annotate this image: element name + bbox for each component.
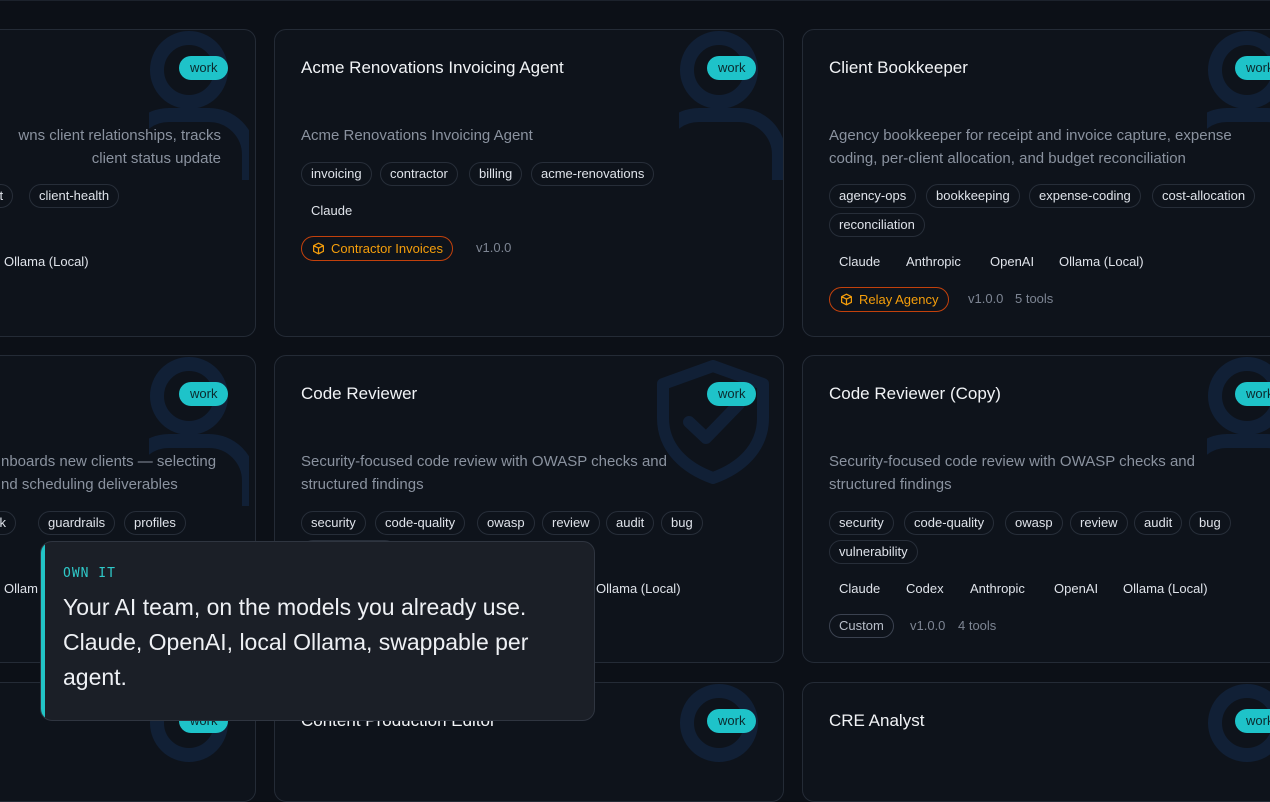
card-description: Security-focused code review with OWASP …	[829, 451, 1195, 496]
description-line: wns client relationships, tracks	[18, 127, 221, 144]
tag[interactable]: code-quality	[375, 511, 466, 535]
card-title[interactable]: CRE Analyst	[829, 711, 924, 731]
person-icon	[1207, 356, 1270, 516]
model-chip[interactable]: OpenAI	[981, 250, 1043, 274]
top-divider	[0, 0, 1270, 1]
model-chip[interactable]: Claude	[830, 577, 889, 601]
version-label: v1.0.0	[476, 240, 512, 255]
tag[interactable]: acme-renovations	[531, 162, 655, 186]
package-badge[interactable]: Relay Agency	[829, 287, 949, 312]
tag[interactable]: bookkeeping	[926, 184, 1020, 208]
tag[interactable]: agency-ops	[829, 184, 917, 208]
model-chip[interactable]: Ollama (Local)	[1050, 250, 1153, 274]
description-line: Agency bookkeeper for receipt and invoic…	[829, 127, 1232, 144]
tag[interactable]: security	[301, 511, 366, 535]
description-line: nboards new clients — selecting	[1, 453, 217, 470]
feature-callout: OWN IT Your AI team, on the models you a…	[40, 541, 595, 721]
card-title[interactable]: Client Bookkeeper	[829, 58, 968, 78]
tag[interactable]: billing	[469, 162, 523, 186]
tag[interactable]: owasp	[1005, 511, 1063, 535]
agent-card[interactable]: work wns client relationships, tracks cl…	[0, 29, 256, 337]
model-chip[interactable]: Codex	[897, 577, 953, 601]
model-chip[interactable]: Anthropic	[961, 577, 1034, 601]
tag[interactable]: invoicing	[301, 162, 372, 186]
person-icon	[679, 30, 783, 190]
tag[interactable]: cost-allocation	[1152, 184, 1256, 208]
tag[interactable]: ook	[0, 511, 16, 535]
tag[interactable]: review	[542, 511, 600, 535]
model-chip[interactable]: OpenAI	[1045, 577, 1107, 601]
card-description: nboards new clients — selecting nd sched…	[1, 451, 216, 496]
callout-accent-bar	[41, 542, 45, 720]
description-line: client status update	[91, 149, 221, 167]
tools-count: 4 tools	[958, 618, 997, 633]
description-line: nd scheduling deliverables	[1, 475, 178, 493]
package-badge[interactable]: Contractor Invoices	[301, 236, 453, 261]
work-badge: work	[179, 382, 229, 406]
box-icon	[313, 242, 324, 255]
description-line: structured findings	[829, 475, 952, 493]
agent-card[interactable]: Code Reviewer (Copy) work Security-focus…	[802, 355, 1270, 663]
box-icon	[841, 293, 852, 306]
tag[interactable]: bug	[661, 511, 703, 535]
tag[interactable]: security	[829, 511, 894, 535]
package-label: Contractor Invoices	[331, 241, 443, 256]
work-badge: work	[707, 56, 757, 80]
card-description: Security-focused code review with OWASP …	[301, 451, 667, 496]
description-line: structured findings	[301, 475, 424, 493]
model-chip[interactable]: Ollama (Local)	[0, 250, 98, 274]
agent-card[interactable]: Client Bookkeeper work Agency bookkeeper…	[802, 29, 1270, 337]
work-badge: work	[179, 56, 229, 80]
version-label: v1.0.0	[968, 291, 1004, 306]
model-chip[interactable]: Claude	[302, 199, 361, 223]
tag[interactable]: owasp	[477, 511, 535, 535]
package-label: Relay Agency	[859, 292, 939, 307]
tag[interactable]: client-health	[29, 184, 120, 208]
model-chip[interactable]: Claude	[830, 250, 889, 274]
card-description: Agency bookkeeper for receipt and invoic…	[829, 125, 1232, 170]
model-chip[interactable]: Ollama (Local)	[587, 577, 690, 601]
tag[interactable]: audit	[1134, 511, 1183, 535]
tag[interactable]: guardrails	[38, 511, 116, 535]
tag[interactable]: reconciliation	[829, 213, 925, 237]
tag[interactable]: audit	[606, 511, 655, 535]
card-title[interactable]: Code Reviewer	[301, 384, 417, 404]
callout-headline: Your AI team, on the models you already …	[63, 594, 529, 690]
tools-count: 5 tools	[1015, 291, 1054, 306]
description-line: Security-focused code review with OWASP …	[829, 453, 1195, 470]
tag[interactable]: code-quality	[904, 511, 995, 535]
tag[interactable]: expense-coding	[1029, 184, 1141, 208]
card-description: wns client relationships, tracks client …	[7, 125, 221, 170]
work-badge: work	[1235, 56, 1270, 80]
work-badge: work	[707, 709, 757, 733]
work-badge: work	[707, 382, 757, 406]
tag[interactable]: profiles	[124, 511, 186, 535]
description-line: Security-focused code review with OWASP …	[301, 453, 667, 470]
description-line: coding, per-client allocation, and budge…	[829, 149, 1186, 167]
model-chip[interactable]: Anthropic	[897, 250, 970, 274]
custom-badge[interactable]: Custom	[829, 614, 894, 638]
agent-card[interactable]: Acme Renovations Invoicing Agent work Ac…	[274, 29, 784, 337]
callout-eyebrow: OWN IT	[63, 566, 116, 581]
tag[interactable]: review	[1070, 511, 1128, 535]
tag[interactable]: vulnerability	[829, 540, 918, 564]
tag[interactable]: bug	[1189, 511, 1231, 535]
tag[interactable]: ent	[0, 184, 14, 208]
work-badge: work	[1235, 709, 1270, 733]
tag[interactable]: contractor	[380, 162, 458, 186]
work-badge: work	[1235, 382, 1270, 406]
card-title[interactable]: Code Reviewer (Copy)	[829, 384, 1001, 404]
agent-card[interactable]: CRE Analyst work	[802, 682, 1270, 802]
model-chip[interactable]: Ollama (Local)	[1114, 577, 1217, 601]
card-title[interactable]: Acme Renovations Invoicing Agent	[301, 58, 564, 78]
version-label: v1.0.0	[910, 618, 946, 633]
card-description: Acme Renovations Invoicing Agent	[301, 127, 533, 144]
shield-check-icon	[651, 360, 775, 484]
